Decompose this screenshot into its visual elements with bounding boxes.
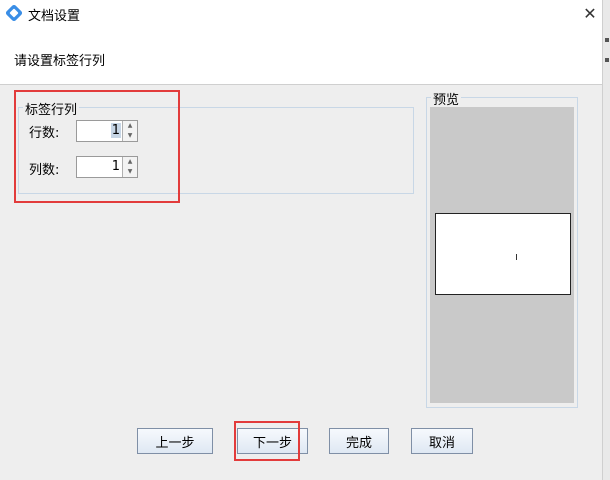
window-title: 文档设置: [28, 9, 81, 24]
cancel-button[interactable]: 取消: [411, 428, 473, 454]
finish-button[interactable]: 完成: [329, 428, 389, 454]
prev-button[interactable]: 上一步: [137, 428, 213, 454]
background-window-strip: [602, 0, 610, 480]
close-icon[interactable]: ✕: [578, 3, 602, 23]
preview-cursor-mark: [516, 254, 517, 260]
dialog-header: 请设置标签行列: [0, 26, 602, 85]
dialog-body: 标签行列 行数: 1 ▲ ▼ 列数: 1 ▲ ▼ 预览: [0, 85, 602, 480]
highlight-box-rows-cols: [14, 90, 180, 203]
preview-group: 预览: [426, 89, 578, 408]
preview-label: [435, 213, 571, 295]
title-bar: 文档设置 ✕: [0, 0, 602, 26]
highlight-box-next: [234, 421, 300, 461]
header-prompt: 请设置标签行列: [14, 54, 106, 69]
app-icon: [4, 3, 24, 23]
preview-legend: 预览: [431, 89, 462, 108]
preview-canvas: [430, 107, 574, 403]
